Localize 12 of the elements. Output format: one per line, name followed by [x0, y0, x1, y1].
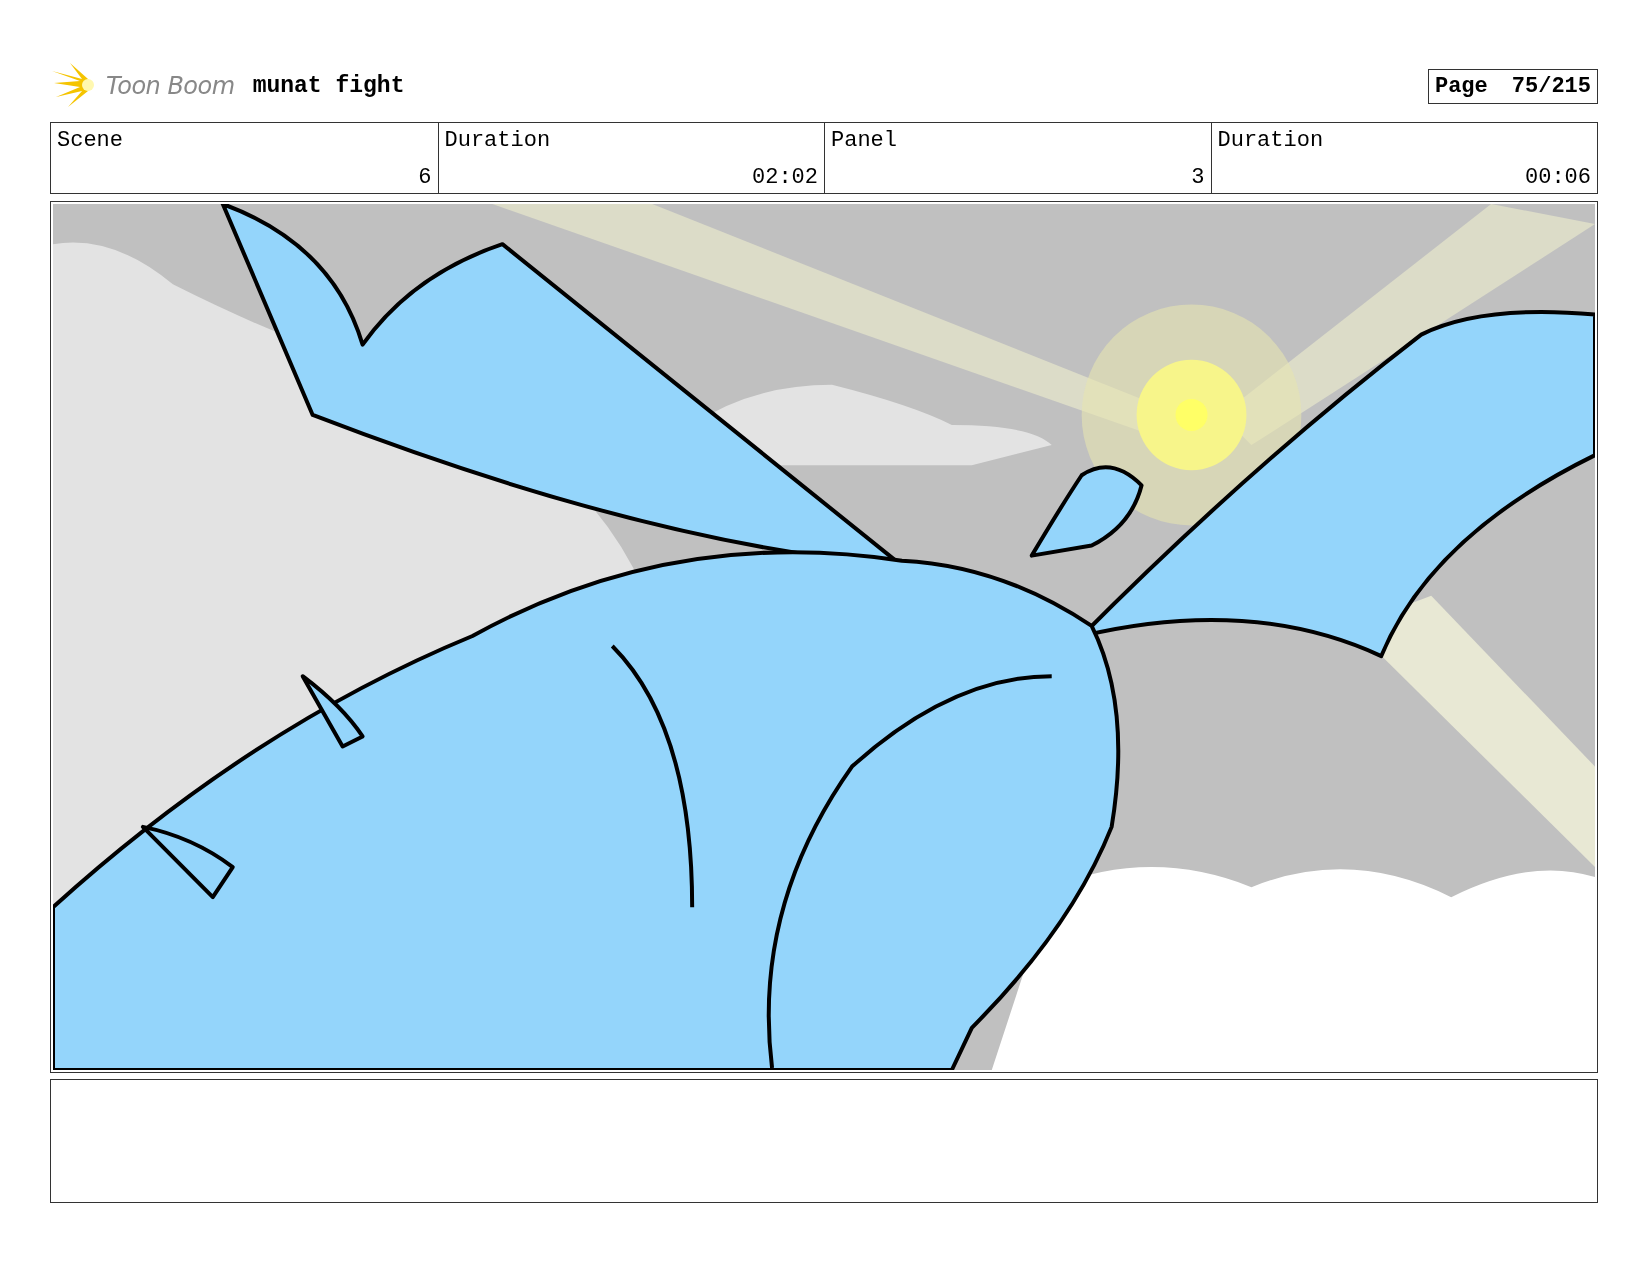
- field-value: 02:02: [752, 165, 818, 190]
- field-value: 3: [1191, 165, 1205, 190]
- logo-text: Toon Boom: [106, 72, 235, 100]
- field-value: 00:06: [1525, 165, 1591, 190]
- field-label: Panel: [831, 128, 897, 153]
- project-title: munat fight: [252, 73, 405, 99]
- page-label: Page: [1434, 73, 1488, 99]
- field-label: Scene: [57, 128, 123, 153]
- page-number: 75/215: [1511, 73, 1591, 99]
- field-label: Duration: [1217, 128, 1324, 153]
- field-value: 6: [418, 165, 432, 190]
- field-label: Duration: [444, 128, 551, 153]
